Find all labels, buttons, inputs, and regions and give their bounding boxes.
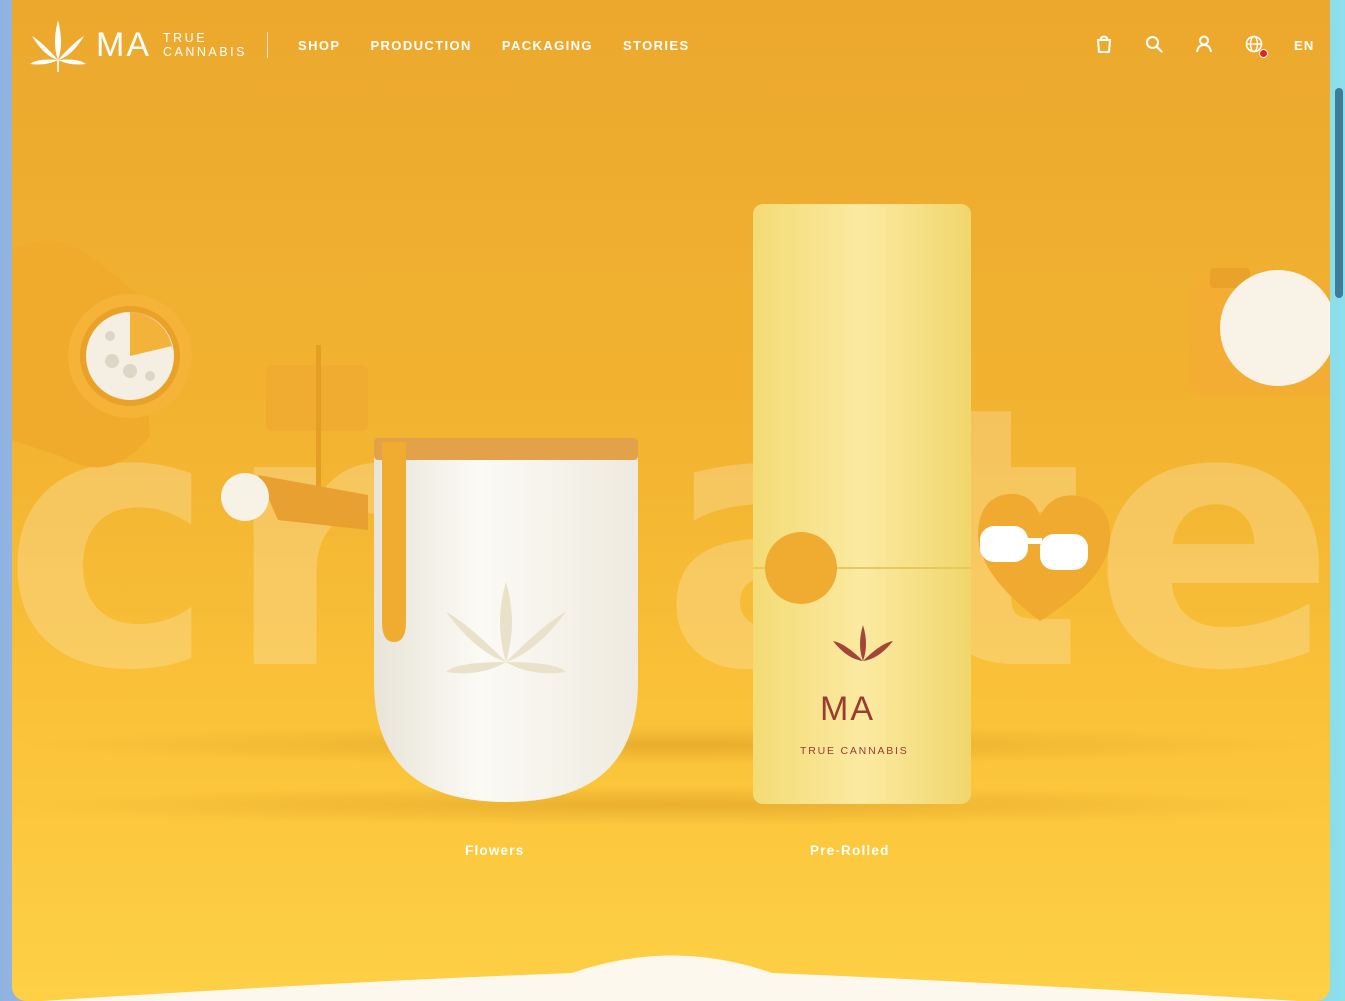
nav-shop[interactable]: SHOP [298, 38, 340, 53]
cannabis-leaf-icon [30, 20, 86, 72]
nav-production[interactable]: PRODUCTION [370, 38, 471, 53]
globe-button[interactable] [1244, 34, 1268, 58]
camera-decoration [1190, 268, 1330, 395]
brand-line1: TRUE [163, 31, 208, 45]
product-label-pre-rolled[interactable]: Pre-Rolled [810, 843, 890, 858]
notification-dot [1259, 49, 1268, 58]
brand-tagline: TRUE CANNABIS [163, 31, 247, 59]
hero-stage: create Flowers MA TRUE CANNABIS Pre-Roll… [12, 0, 1330, 1001]
nav-packaging[interactable]: PACKAGING [502, 38, 593, 53]
site-header: MA TRUE CANNABIS SHOP PRODUCTION PACKAGI… [0, 0, 1345, 90]
product-label-flowers[interactable]: Flowers [465, 843, 524, 858]
search-icon[interactable] [1144, 34, 1164, 54]
brand-line2: CANNABIS [163, 45, 247, 59]
heart-decoration [978, 493, 1111, 621]
shelf-shadow [12, 725, 1330, 765]
watch-decoration [12, 241, 192, 468]
bag-icon[interactable] [1094, 34, 1114, 54]
flowers-product[interactable] [360, 432, 650, 812]
nav-stories[interactable]: STORIES [623, 38, 690, 53]
pre-rolled-brand-mark: MA [820, 690, 875, 728]
header-icons [1094, 34, 1268, 58]
pre-rolled-brand-line: TRUE CANNABIS [800, 745, 909, 757]
brand-mark: MA [96, 25, 151, 64]
brand-logo[interactable]: MA TRUE CANNABIS [30, 18, 247, 72]
main-nav: SHOP PRODUCTION PACKAGING STORIES [298, 38, 690, 53]
background-word: create [12, 330, 1330, 749]
header-divider [267, 32, 268, 58]
bottom-wave [42, 955, 1298, 1001]
shelf-shadow [12, 785, 1330, 825]
user-icon[interactable] [1194, 34, 1214, 54]
scrollbar[interactable] [1335, 88, 1343, 298]
language-selector[interactable]: EN [1294, 38, 1314, 53]
